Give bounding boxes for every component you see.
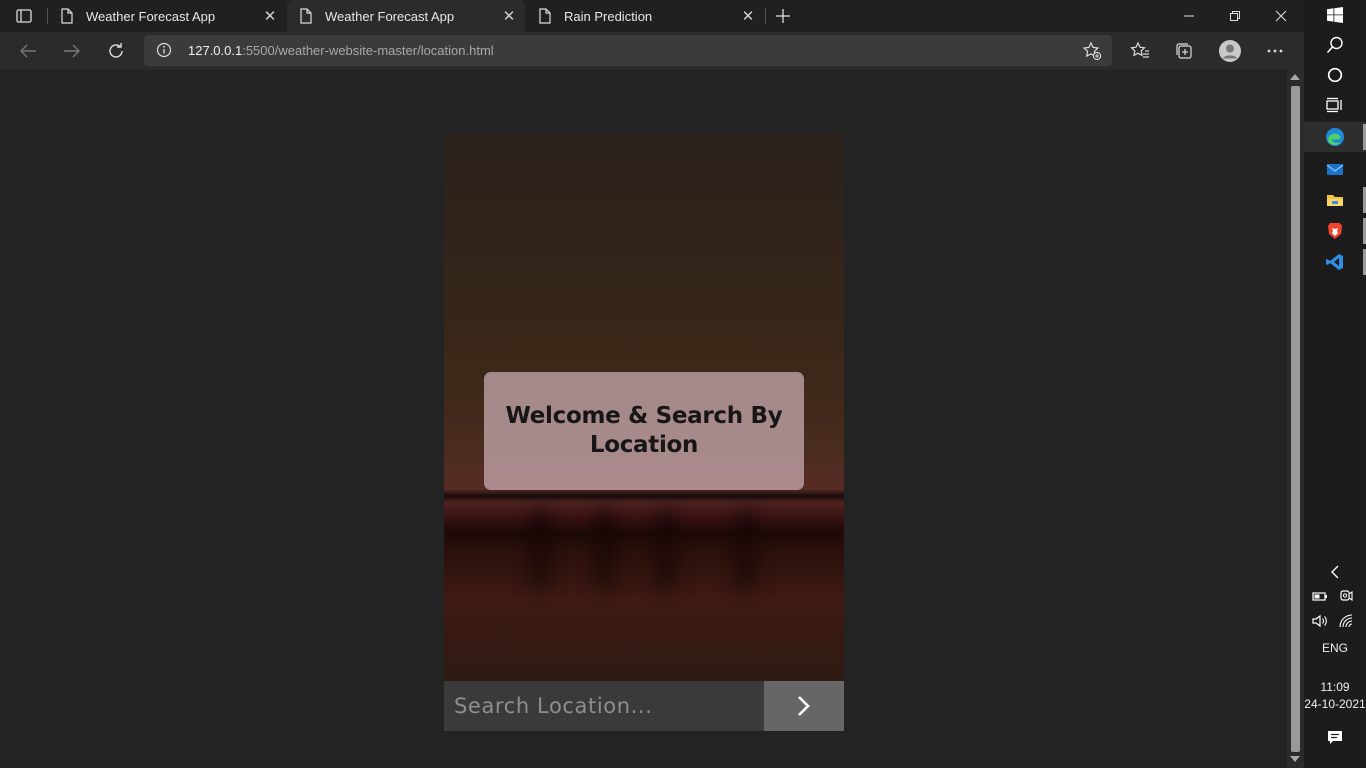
page-viewport: Welcome & Search By Location (0, 70, 1287, 768)
meet-now-icon (1340, 590, 1353, 602)
settings-more-button[interactable] (1262, 38, 1288, 64)
tab-title: Weather Forecast App (325, 8, 455, 24)
tab-close-icon[interactable]: ✕ (262, 8, 278, 25)
close-window-button[interactable] (1258, 0, 1304, 32)
folder-icon (1327, 195, 1343, 206)
tab-bar: Weather Forecast App ✕ Weather Forecast … (0, 0, 1304, 32)
background-reflection (594, 509, 616, 589)
tab-close-icon[interactable]: ✕ (501, 8, 517, 25)
page-icon (300, 8, 312, 24)
tab-actions-icon (16, 9, 32, 23)
refresh-icon (109, 43, 123, 58)
scroll-up-arrow[interactable] (1290, 74, 1300, 80)
taskbar-file-explorer[interactable] (1304, 185, 1366, 215)
windows-taskbar: ENG 11:09 24-10-2021 (1304, 0, 1366, 768)
tab-title: Rain Prediction (564, 8, 653, 24)
chevron-right-icon (798, 696, 810, 716)
forward-button[interactable] (57, 36, 87, 66)
wifi-icon (1339, 614, 1353, 628)
clock-time[interactable]: 11:09 (1304, 680, 1366, 694)
notifications-button[interactable] (1304, 723, 1366, 753)
welcome-title: Welcome & Search By Location (505, 403, 783, 458)
search-row (444, 681, 844, 731)
page-scrollbar[interactable] (1287, 70, 1304, 768)
edge-icon (1326, 128, 1344, 146)
profile-button[interactable] (1217, 38, 1243, 64)
tab-separator (765, 8, 766, 24)
task-view-icon (1326, 97, 1342, 113)
refresh-button[interactable] (101, 36, 131, 66)
url-path: :5500/weather-website-master/location.ht… (242, 43, 494, 58)
tab-title: Weather Forecast App (86, 8, 216, 24)
wifi-tray-button[interactable] (1315, 606, 1366, 636)
search-submit-button[interactable] (764, 681, 844, 731)
vscode-icon (1326, 254, 1343, 270)
brave-icon (1328, 223, 1342, 239)
scroll-thumb[interactable] (1291, 86, 1300, 752)
url-host: 127.0.0.1 (188, 43, 243, 58)
task-view-button[interactable] (1304, 90, 1366, 120)
mail-icon (1326, 164, 1344, 175)
favorites-icon (1130, 41, 1149, 58)
browser-window: Weather Forecast App ✕ Weather Forecast … (0, 0, 1304, 768)
url-text[interactable]: 127.0.0.1:5500/weather-website-master/lo… (188, 43, 494, 58)
windows-logo-icon (1327, 7, 1343, 23)
arrow-left-icon (20, 44, 36, 58)
collections-button[interactable] (1171, 38, 1197, 64)
background-reflection (529, 509, 551, 589)
page-icon (61, 8, 73, 24)
more-icon (1267, 49, 1283, 53)
background-reflection (734, 509, 756, 589)
collections-icon (1176, 43, 1192, 59)
browser-toolbar: 127.0.0.1:5500/weather-website-master/lo… (0, 32, 1304, 70)
minimize-icon (1184, 15, 1194, 17)
arrow-right-icon (64, 44, 80, 58)
start-button[interactable] (1304, 0, 1366, 30)
taskbar-vscode[interactable] (1304, 247, 1366, 277)
info-icon[interactable] (156, 42, 172, 58)
notification-icon (1328, 731, 1342, 744)
tab-weather-forecast-2[interactable]: Weather Forecast App ✕ (287, 0, 525, 32)
clock-date[interactable]: 24-10-2021 (1304, 697, 1366, 711)
close-icon (1275, 10, 1287, 22)
tab-rain-prediction[interactable]: Rain Prediction ✕ (526, 0, 764, 32)
search-icon (1326, 36, 1343, 54)
restore-button[interactable] (1212, 0, 1258, 32)
search-button[interactable] (1304, 30, 1366, 60)
location-hero-card: Welcome & Search By Location (444, 134, 844, 681)
language-indicator[interactable]: ENG (1304, 641, 1366, 655)
back-button[interactable] (13, 36, 43, 66)
scroll-down-arrow[interactable] (1290, 756, 1300, 762)
tab-weather-forecast-1[interactable]: Weather Forecast App ✕ (48, 0, 286, 32)
chevron-left-icon (1331, 565, 1339, 579)
background-reflection (654, 509, 676, 589)
taskbar-edge[interactable] (1304, 122, 1366, 152)
background-horizon (444, 489, 844, 503)
favorites-button[interactable] (1127, 38, 1153, 64)
avatar-icon (1219, 40, 1241, 62)
cortana-icon (1327, 67, 1343, 83)
search-location-input[interactable] (444, 681, 764, 731)
taskbar-brave[interactable] (1304, 216, 1366, 246)
cortana-button[interactable] (1304, 60, 1366, 90)
page-icon (539, 8, 551, 24)
add-favorite-icon[interactable] (1082, 41, 1102, 61)
taskbar-mail[interactable] (1304, 154, 1366, 184)
minimize-button[interactable] (1166, 0, 1212, 32)
restore-icon (1230, 11, 1240, 21)
tab-close-icon[interactable]: ✕ (740, 8, 756, 25)
new-tab-button[interactable] (770, 4, 796, 28)
address-bar[interactable]: 127.0.0.1:5500/weather-website-master/lo… (144, 35, 1112, 66)
plus-icon (776, 9, 790, 23)
welcome-box: Welcome & Search By Location (484, 372, 804, 490)
tab-actions-button[interactable] (10, 6, 38, 26)
